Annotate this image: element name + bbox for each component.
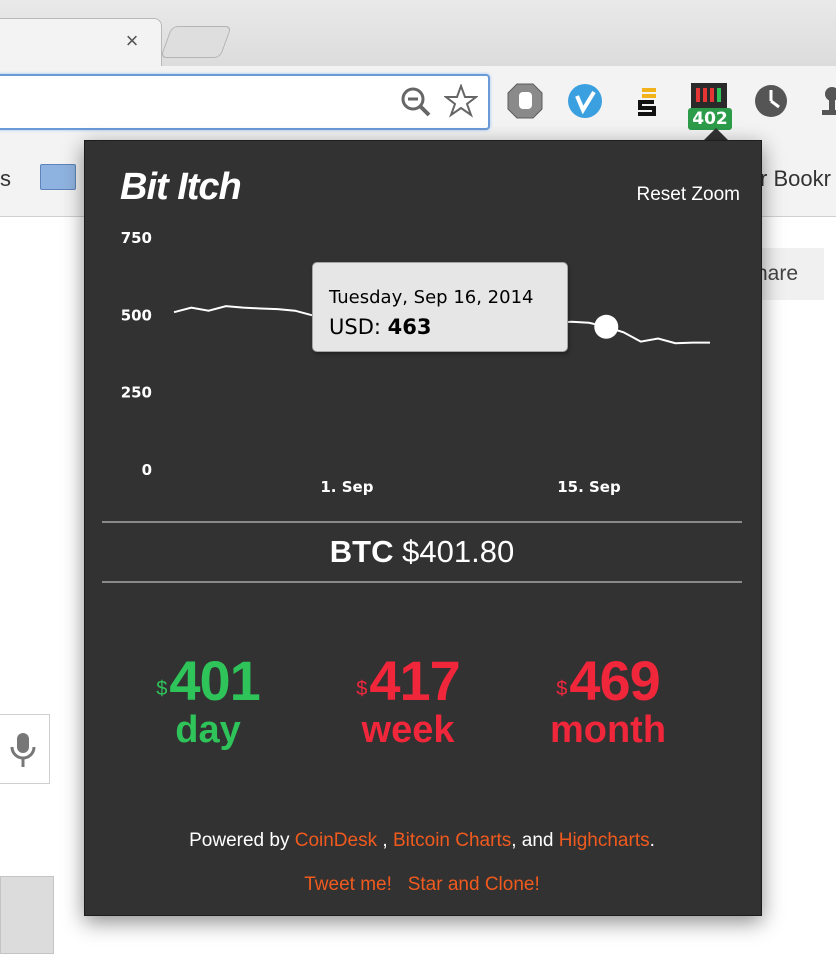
y-tick-250: 250: [121, 384, 152, 402]
new-tab-button[interactable]: [160, 26, 232, 58]
reset-zoom-button[interactable]: Reset Zoom: [614, 184, 740, 206]
highcharts-link[interactable]: Highcharts: [559, 830, 650, 851]
stat-month: $469 month: [508, 648, 708, 752]
microphone-icon: [10, 733, 36, 767]
y-tick-750: 750: [121, 229, 152, 247]
footer-separator-2: , and: [511, 830, 554, 851]
stat-month-value: 469: [569, 649, 660, 712]
tooltip-value-row: USD: 463: [329, 315, 431, 339]
btc-dollar-sign: $: [402, 534, 420, 569]
bookmark-fragment[interactable]: s: [0, 166, 11, 192]
btc-price-value: 401.80: [419, 534, 515, 569]
vimeo-extension-icon[interactable]: [566, 82, 604, 120]
bitcoin-charts-link[interactable]: Bitcoin Charts: [393, 830, 511, 851]
x-tick-label: 1. Sep: [320, 478, 373, 496]
y-tick-0: 0: [142, 461, 152, 479]
btc-symbol: BTC: [329, 534, 394, 569]
voice-search-button[interactable]: [0, 714, 50, 784]
footer-end: .: [649, 830, 655, 851]
footer-credits: Powered by CoinDesk , Bitcoin Charts, an…: [84, 830, 760, 852]
btc-price: BTC $401.80: [102, 534, 742, 570]
tooltip-label: USD:: [329, 315, 381, 339]
adblock-icon[interactable]: [506, 82, 544, 120]
other-bookmarks[interactable]: r Bookr: [760, 166, 831, 192]
stat-day: $401 day: [108, 648, 308, 752]
bookmark-star-icon[interactable]: [444, 84, 478, 118]
stat-week: $417 week: [308, 648, 508, 752]
highlighted-point[interactable]: [594, 314, 619, 339]
stat-day-label: day: [175, 709, 241, 751]
popup-caret: [704, 128, 728, 140]
tooltip-date: Tuesday, Sep 16, 2014: [329, 287, 534, 308]
y-tick-500: 500: [121, 306, 152, 324]
powered-by-text: Powered by: [189, 830, 290, 851]
bookmark-folder-icon[interactable]: [40, 164, 76, 190]
stat-month-label: month: [549, 709, 667, 751]
footer-separator-1: ,: [382, 830, 388, 851]
stat-week-value: 417: [369, 649, 460, 712]
stat-month-currency: $: [556, 678, 568, 700]
tooltip-value: 463: [387, 315, 432, 339]
stackoverflow-extension-icon[interactable]: [628, 82, 666, 120]
stat-week-label: week: [361, 709, 455, 751]
divider-top: [102, 521, 742, 523]
price-badge: 402: [688, 108, 732, 130]
x-tick-label: 15. Sep: [557, 478, 621, 496]
share-label: hare: [756, 262, 799, 285]
app-title: Bit Itch: [120, 166, 242, 208]
tab-close-icon[interactable]: ×: [122, 30, 142, 52]
coindesk-link[interactable]: CoinDesk: [295, 830, 377, 851]
chart-tooltip: Tuesday, Sep 16, 2014 USD: 463: [312, 262, 568, 352]
zoom-out-icon[interactable]: [400, 86, 432, 118]
clock-icon[interactable]: [752, 82, 790, 120]
star-clone-link[interactable]: Star and Clone!: [408, 874, 540, 895]
page-side-panel: [0, 876, 54, 954]
footer-actions: Tweet me! Star and Clone!: [84, 874, 760, 896]
microscope-icon[interactable]: [814, 82, 836, 120]
divider-bottom: [102, 581, 742, 583]
stat-day-currency: $: [156, 678, 168, 700]
stat-day-value: 401: [169, 649, 260, 712]
stat-week-currency: $: [356, 678, 368, 700]
tweet-link[interactable]: Tweet me!: [304, 874, 392, 895]
